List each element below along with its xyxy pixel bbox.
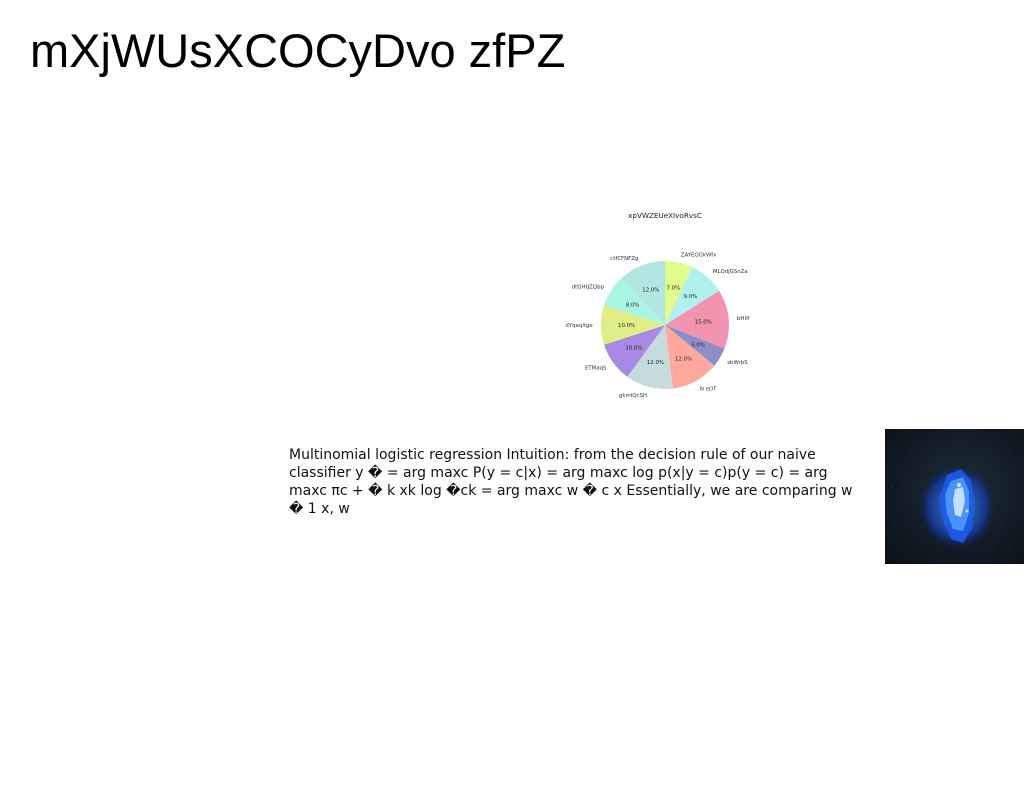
pie-percent-label: 12.0%	[647, 360, 664, 366]
blue-crystal-photo	[885, 429, 1024, 564]
pie-category-label: bHIIf	[737, 316, 750, 322]
pie-category-label: dtGHtJZQbp	[572, 284, 605, 290]
pie-category-label: gkmIQcSH	[619, 393, 647, 399]
pie-percent-label: 12.0%	[642, 287, 659, 293]
pie-percent-label: 7.0%	[667, 286, 681, 292]
pie-percent-label: 12.0%	[675, 357, 692, 363]
slide-title: mXjWUsXCOCyDvo zfPZ	[30, 24, 566, 77]
pie-chart: xpVWZEUeXIvoRvsC 7.0% 9.0% 15.0% 5.0% 12.0% 1…	[556, 205, 776, 415]
pie-percent-label: 10.0%	[618, 323, 635, 329]
slide-body-text: Multinomial logistic regression Intuitio…	[289, 447, 853, 517]
pie-chart-svg: xpVWZEUeXIvoRvsC 7.0%9.0% 15.0% 5.0% 12.0% 1…	[565, 211, 750, 399]
pie-category-label: dYqaqXge	[565, 323, 593, 329]
pie-category-label: ETMaqS	[585, 366, 607, 372]
pie-percent-label: 10.0%	[625, 346, 642, 352]
pie-category-label: sbWrbS	[727, 360, 748, 366]
pie-percent-label: 9.0%	[684, 294, 698, 300]
pie-percent-label: 15.0%	[695, 319, 712, 325]
pie-category-label: ctfCFNFZg	[610, 256, 638, 262]
pie-category-label: N eOT	[700, 386, 717, 392]
pie-percent-label: 8.0%	[626, 302, 640, 308]
chart-title: xpVWZEUeXIvoRvsC	[628, 211, 702, 220]
pie-percent-label: 5.0%	[691, 343, 705, 349]
pie-category-label: ZAYEQGkWfx	[681, 252, 717, 258]
pie-category-label: MLQdjGSnZa	[713, 269, 748, 275]
photo-graphic	[885, 429, 1024, 564]
